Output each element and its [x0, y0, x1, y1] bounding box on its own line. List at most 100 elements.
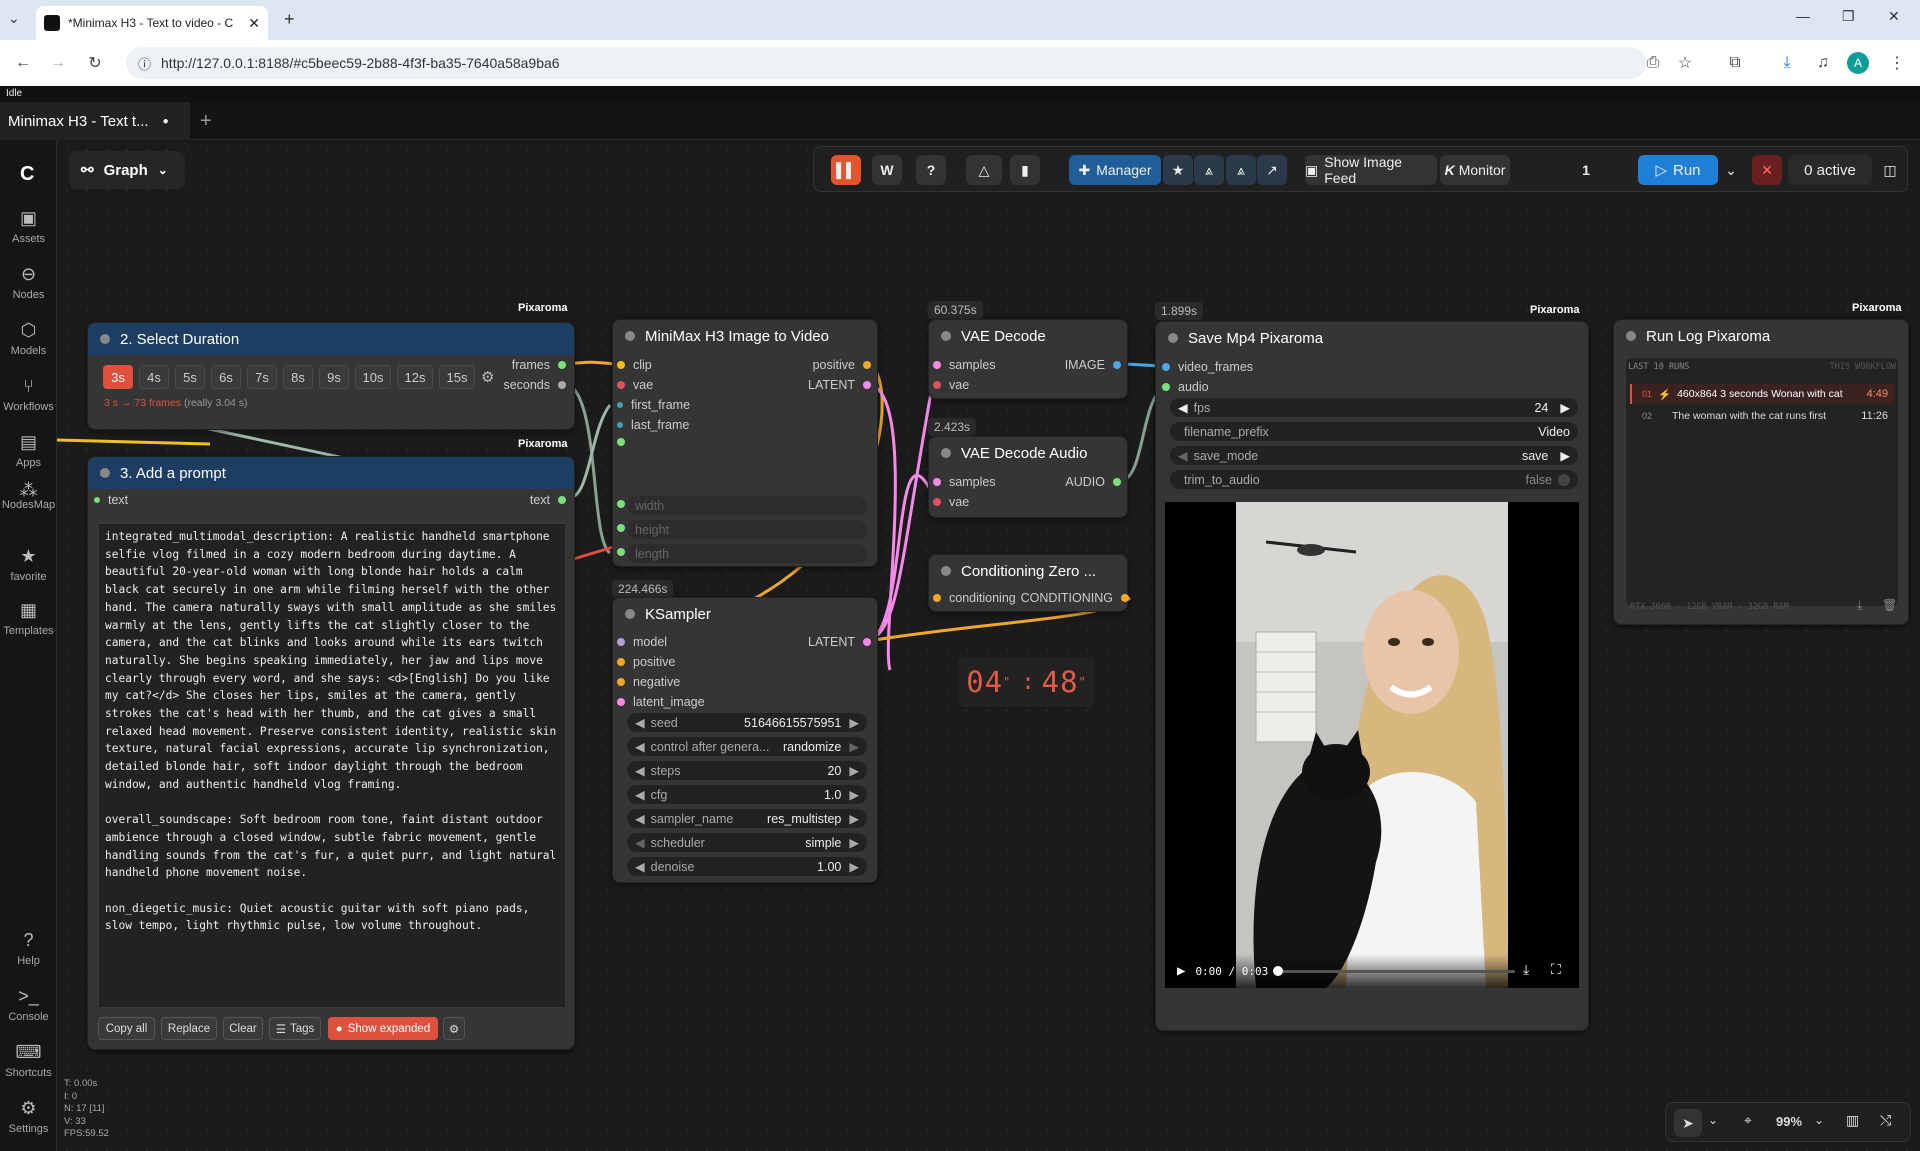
port-dot[interactable]: [617, 548, 625, 556]
fullscreen-icon[interactable]: ⛶: [1551, 962, 1561, 978]
duration-option[interactable]: 10s: [355, 365, 391, 389]
output-latent[interactable]: LATENT: [808, 635, 871, 649]
prompt-textarea[interactable]: integrated_multimodal_description: A rea…: [98, 523, 566, 1008]
node-header[interactable]: VAE Decode: [929, 320, 1127, 352]
toggle-panel-icon[interactable]: ◫: [1878, 155, 1902, 185]
scheduler-widget[interactable]: ◀ scheduler simple ▶: [627, 833, 867, 852]
fit-view-icon[interactable]: ⌖: [1744, 1112, 1752, 1129]
input-samples[interactable]: samples: [933, 358, 996, 372]
w-icon[interactable]: W: [872, 155, 902, 185]
bookmark-icon[interactable]: ▮: [1010, 155, 1040, 185]
run-button[interactable]: ▷ Run: [1638, 155, 1718, 185]
select-tool-icon[interactable]: ➤: [1674, 1109, 1702, 1137]
height-widget[interactable]: height: [627, 520, 867, 539]
output-frames[interactable]: frames: [512, 358, 566, 372]
input-audio[interactable]: audio: [1162, 380, 1209, 394]
collapse-dot-icon[interactable]: [100, 334, 110, 344]
length-widget[interactable]: length: [627, 544, 867, 563]
run-options-icon[interactable]: ⌄: [1722, 155, 1740, 185]
collapse-dot-icon[interactable]: [625, 609, 635, 619]
minimap-icon[interactable]: ▥: [1846, 1112, 1859, 1129]
output-conditioning[interactable]: CONDITIONING: [1021, 591, 1129, 605]
graph-mode-button[interactable]: ⚯ Graph ⌄: [69, 151, 185, 189]
duration-option[interactable]: 9s: [319, 365, 349, 389]
duration-option[interactable]: 4s: [139, 365, 169, 389]
copy-all-button[interactable]: Copy all: [98, 1017, 155, 1040]
duration-option[interactable]: 6s: [211, 365, 241, 389]
model-icon[interactable]: ⩓: [1194, 155, 1224, 185]
minimax-node[interactable]: MiniMax H3 Image to Video clip vae first…: [612, 319, 878, 567]
run-log-entry[interactable]: 02 The woman with the cat runs first 11:26: [1630, 406, 1894, 426]
manager-button[interactable]: ✚ Manager: [1069, 155, 1161, 185]
select-duration-node[interactable]: 2. Select Duration 3s 4s 5s 6s 7s 8s 9s …: [87, 322, 575, 430]
node-header[interactable]: VAE Decode Audio: [929, 437, 1127, 469]
favorites-star-icon[interactable]: ★: [1163, 155, 1193, 185]
video-seek-bar[interactable]: [1277, 970, 1515, 973]
filename-prefix-widget[interactable]: filename_prefix Video: [1170, 422, 1578, 441]
output-audio[interactable]: AUDIO: [1065, 475, 1121, 489]
replace-button[interactable]: Replace: [161, 1017, 217, 1040]
conditioning-zero-node[interactable]: Conditioning Zero ... conditioning CONDI…: [928, 554, 1129, 612]
ksampler-node[interactable]: KSampler model positive negative latent_…: [612, 597, 878, 883]
clear-button[interactable]: Clear: [223, 1017, 263, 1040]
node-header[interactable]: Conditioning Zero ...: [929, 555, 1127, 587]
sampler-name-widget[interactable]: ◀ sampler_name res_multistep ▶: [627, 809, 867, 828]
output-text[interactable]: text: [530, 493, 566, 507]
duration-option[interactable]: 8s: [283, 365, 313, 389]
vae-decode-node[interactable]: VAE Decode samples vae IMAGE: [928, 319, 1128, 399]
port-dot[interactable]: [617, 500, 625, 508]
export-icon[interactable]: ⤓: [1857, 598, 1862, 613]
duration-option[interactable]: 12s: [397, 365, 433, 389]
input-last-frame[interactable]: last_frame: [617, 418, 689, 432]
duration-option[interactable]: 15s: [439, 365, 475, 389]
run-log-node[interactable]: Run Log Pixaroma LAST 10 RUNS THIS WORKF…: [1613, 319, 1909, 625]
collapse-dot-icon[interactable]: [1626, 331, 1636, 341]
output-image[interactable]: IMAGE: [1065, 358, 1121, 372]
node-header[interactable]: Run Log Pixaroma: [1614, 320, 1908, 352]
output-latent[interactable]: LATENT: [808, 378, 871, 392]
node-header[interactable]: KSampler: [613, 598, 877, 630]
steps-widget[interactable]: ◀ steps 20 ▶: [627, 761, 867, 780]
seek-handle[interactable]: [1273, 966, 1283, 976]
duration-option[interactable]: 7s: [247, 365, 277, 389]
run-log-entry[interactable]: 01 ⚡ 460x864 3 seconds Wonan with cat 4:49: [1630, 384, 1894, 404]
input-samples[interactable]: samples: [933, 475, 996, 489]
input-latent-image[interactable]: latent_image: [617, 695, 705, 709]
zoom-level[interactable]: 99%: [1776, 1114, 1802, 1129]
node-header[interactable]: Save Mp4 Pixaroma: [1156, 322, 1588, 354]
denoise-widget[interactable]: ◀ denoise 1.00 ▶: [627, 857, 867, 876]
seed-widget[interactable]: ◀ seed 51646615575951 ▶: [627, 713, 867, 732]
chevron-down-icon[interactable]: ⌄: [1814, 1113, 1824, 1127]
hide-links-icon[interactable]: ⤭: [1880, 1112, 1891, 1129]
input-vae[interactable]: vae: [617, 378, 653, 392]
duration-option[interactable]: 3s: [103, 365, 133, 389]
trash-icon[interactable]: 🗑: [1882, 598, 1897, 612]
port-dot[interactable]: [617, 524, 625, 532]
show-image-feed-button[interactable]: ▣ Show Image Feed: [1305, 154, 1437, 186]
prompt-settings-icon[interactable]: ⚙: [443, 1017, 465, 1040]
output-positive[interactable]: positive: [813, 358, 871, 372]
input-conditioning[interactable]: conditioning: [933, 591, 1016, 605]
collapse-dot-icon[interactable]: [625, 331, 635, 341]
vae-decode-audio-node[interactable]: VAE Decode Audio samples vae AUDIO: [928, 436, 1128, 518]
gear-icon[interactable]: ⚙: [481, 368, 494, 386]
collapse-dot-icon[interactable]: [1168, 333, 1178, 343]
collapse-dot-icon[interactable]: [941, 566, 951, 576]
input-negative[interactable]: negative: [617, 675, 680, 689]
show-expanded-button[interactable]: ● Show expanded: [328, 1017, 438, 1040]
triangle-logo-icon[interactable]: △: [966, 155, 1002, 185]
download-icon[interactable]: ⤓: [1523, 962, 1529, 978]
pixaroma-audio-icon[interactable]: ▌▌: [831, 155, 861, 185]
tags-button[interactable]: ☰ Tags: [269, 1017, 321, 1040]
help-question-icon[interactable]: ?: [916, 155, 946, 185]
cfg-widget[interactable]: ◀ cfg 1.0 ▶: [627, 785, 867, 804]
node-header[interactable]: MiniMax H3 Image to Video: [613, 320, 877, 352]
trim-to-audio-toggle[interactable]: trim_to_audio false: [1170, 470, 1578, 489]
video-preview[interactable]: ▶ 0:00 / 0:03 ⤓ ⛶: [1165, 502, 1579, 988]
control-after-generate-widget[interactable]: ◀ control after genera... randomize ▶: [627, 737, 867, 756]
play-icon[interactable]: ▶: [1177, 963, 1185, 979]
duration-option[interactable]: 5s: [175, 365, 205, 389]
node-header[interactable]: 2. Select Duration: [88, 323, 574, 355]
input-text[interactable]: text: [94, 493, 128, 507]
input-model[interactable]: model: [617, 635, 667, 649]
